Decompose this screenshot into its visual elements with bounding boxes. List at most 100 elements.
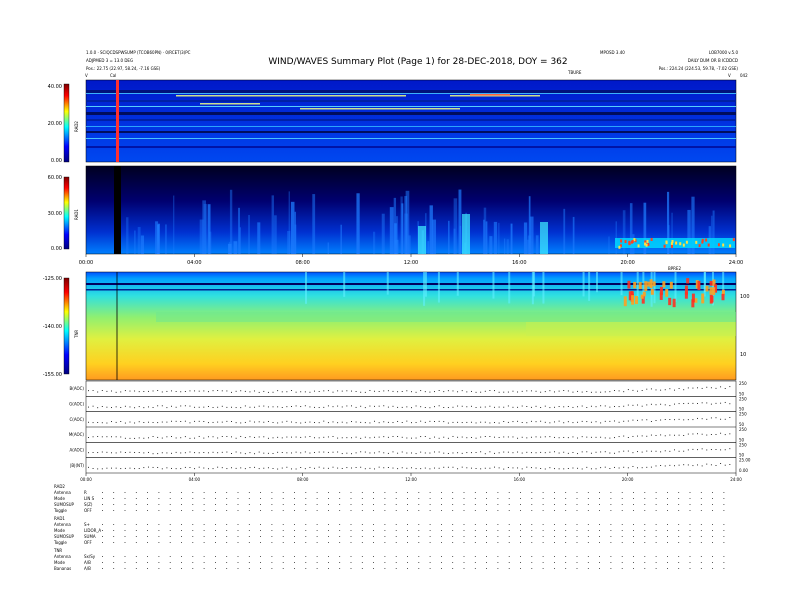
footer-dot: [633, 524, 634, 525]
trace-point: [563, 422, 565, 424]
footer-dot: [203, 498, 205, 499]
footer-dot: [678, 542, 680, 543]
trace-point: [641, 419, 643, 421]
footer-dot: [407, 498, 408, 499]
footer-dot: [260, 536, 261, 537]
footer-dot: [294, 568, 295, 569]
trace-point: [369, 452, 371, 454]
rad2-ytick-0: 40.00: [48, 84, 62, 90]
footer-dot: [587, 530, 589, 531]
footer-dot: [361, 556, 363, 557]
trace-point: [180, 452, 182, 454]
trace-point: [392, 435, 394, 437]
footer-dot: [712, 492, 713, 493]
trace-point: [143, 391, 145, 392]
footer-dot: [587, 556, 589, 557]
trace-point: [337, 405, 339, 407]
footer-dot: [633, 556, 634, 557]
rad1-burst: [483, 207, 487, 254]
trace-point: [318, 466, 320, 468]
footer-dot: [508, 492, 510, 493]
trace-point: [609, 406, 611, 408]
footer-dot: [282, 530, 284, 531]
trace-point: [369, 422, 371, 424]
trace-point: [595, 436, 597, 438]
footer-dot: [678, 504, 680, 505]
footer-dot: [135, 524, 137, 525]
trace-point: [604, 405, 606, 407]
trace-point: [678, 403, 680, 405]
tnr-burst: [542, 272, 545, 304]
trace-point: [420, 406, 422, 408]
trace-point: [637, 451, 638, 453]
footer-dot: [463, 542, 465, 543]
trace-point: [374, 452, 375, 454]
footer-dot: [350, 562, 352, 563]
footer-dot: [124, 556, 126, 557]
footer-dot: [667, 524, 668, 525]
footer-dot: [418, 530, 420, 531]
tnr-burst: [582, 272, 585, 297]
footer-dot: [102, 524, 103, 525]
footer-dot: [384, 524, 386, 525]
footer-dot: [441, 530, 442, 531]
rad1-burst: [458, 189, 462, 254]
trace-point: [715, 387, 717, 389]
trace-point: [507, 436, 509, 438]
trace-point: [115, 452, 117, 454]
trace-point: [392, 467, 394, 469]
trace-point: [540, 436, 542, 438]
trace-point: [489, 436, 491, 437]
trace-point: [609, 391, 611, 393]
trace-point: [595, 421, 597, 423]
footer-dot: [260, 492, 261, 493]
trace-point: [318, 451, 320, 453]
footer-dot: [554, 562, 555, 563]
footer-dot: [576, 524, 578, 525]
footer-param-value: A/B: [84, 560, 91, 565]
trace-point: [231, 453, 232, 454]
trace-point: [507, 405, 509, 407]
footer-dot: [316, 492, 318, 493]
footer-dot: [203, 504, 205, 505]
trace-point: [614, 466, 615, 468]
trace-point: [669, 434, 671, 436]
rad2-panel: RAD2 40.00 20.00 0.00: [48, 79, 737, 164]
footer-dot: [486, 562, 487, 563]
footer-dot: [395, 498, 397, 499]
trace-point: [263, 390, 265, 392]
trace-point: [300, 452, 302, 454]
trace-point: [475, 407, 477, 408]
footer-dot: [102, 510, 103, 511]
trace-point: [152, 422, 154, 423]
trace-point: [530, 452, 532, 454]
footer-dot: [169, 562, 171, 563]
trace-point: [332, 391, 334, 393]
trace-point: [374, 436, 375, 438]
trace-point: [521, 436, 523, 438]
trace-point: [314, 437, 315, 439]
trace-point: [415, 422, 417, 424]
trace-point: [401, 422, 403, 423]
trace-xtick-label: 16:00: [514, 477, 526, 482]
trace-point: [618, 467, 620, 469]
footer-dot: [565, 536, 567, 537]
trace-right-tick: 250: [739, 442, 747, 447]
footer-dot: [689, 556, 691, 557]
trace-point: [189, 390, 191, 392]
trace-point: [355, 467, 357, 468]
trace-point: [650, 403, 652, 405]
footer-dot: [395, 556, 397, 557]
footer-dot: [587, 542, 589, 543]
rad1-burst: [523, 222, 528, 254]
footer-dot: [328, 498, 329, 499]
tnr-hot-pixel: [709, 287, 713, 295]
trace-point: [249, 467, 251, 469]
trace-point: [300, 436, 302, 438]
trace-point: [411, 467, 412, 469]
footer-dot: [700, 562, 702, 563]
footer-dot: [339, 536, 341, 537]
trace-point: [314, 406, 315, 408]
trace-point: [88, 452, 89, 454]
footer-dot: [712, 510, 713, 511]
